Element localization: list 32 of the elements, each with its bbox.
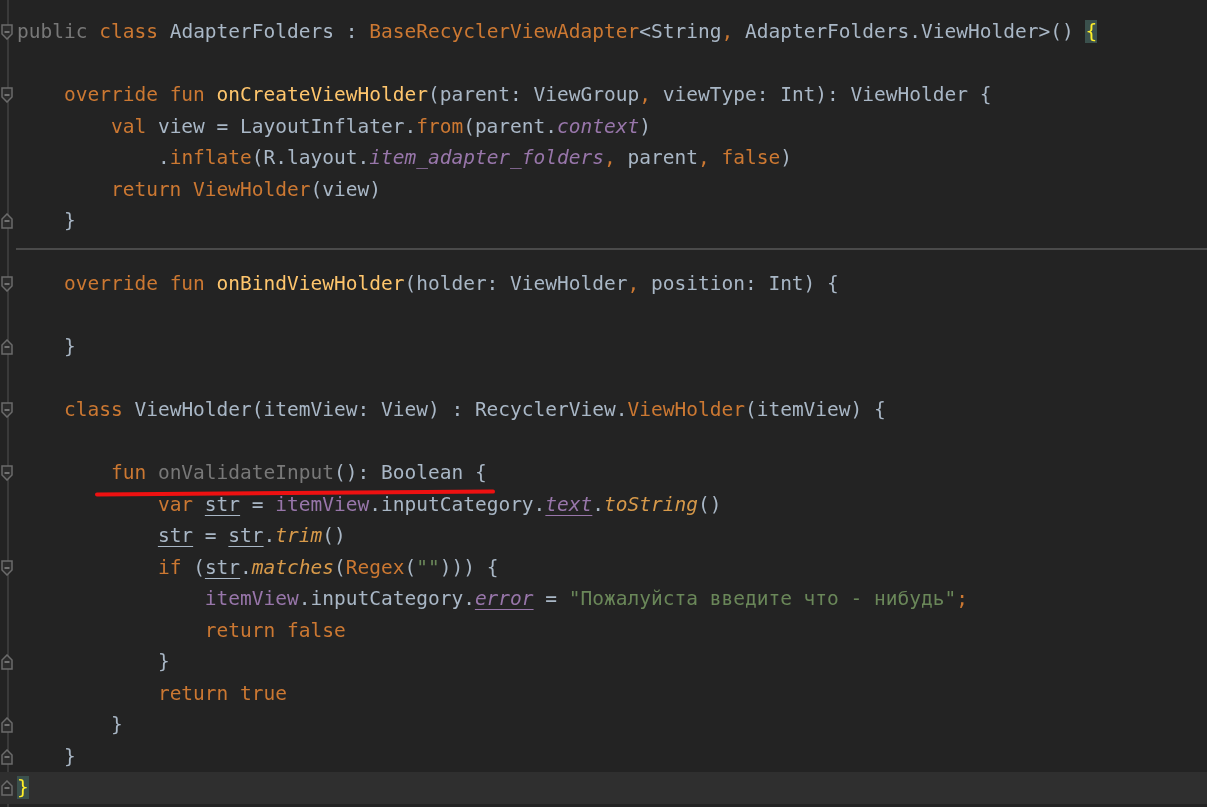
code-editor[interactable] [0, 0, 1207, 807]
fold-end-icon[interactable] [1, 717, 13, 733]
code-line: } [110, 712, 123, 738]
code-line: public class AdapterFolders : BaseRecyclerViewAdapter<String, AdapterFolders.ViewHolder>() { [17, 19, 1098, 45]
fold-start-icon[interactable] [1, 559, 13, 576]
fold-start-icon[interactable] [1, 87, 13, 103]
code-line: fun onValidateInput(): Boolean { [110, 457, 487, 489]
code-line: } [63, 334, 76, 360]
code-line: } [157, 649, 170, 675]
fold-end-icon[interactable] [1, 339, 13, 355]
code-line: return ViewHolder(view) [110, 176, 381, 203]
code-line: } [63, 208, 76, 234]
fold-start-icon[interactable] [1, 465, 13, 481]
code-line: } [63, 743, 76, 770]
code-line: class ViewHolder(itemView: View) : RecyclerView.ViewHolder(itemView) { [63, 397, 886, 423]
fold-end-icon[interactable] [1, 748, 13, 765]
code-line: override fun onBindViewHolder(holder: ViewHolder, position: Int) { [63, 271, 839, 297]
code-line: if (str.matches(Regex(""))) { [157, 554, 499, 581]
code-line: return false [204, 617, 346, 644]
code-line: var str = itemView.inputCategory.text.toString() [157, 491, 722, 518]
fold-start-icon[interactable] [1, 402, 13, 418]
code-line: str = str.trim() [157, 523, 346, 549]
fold-end-icon[interactable] [1, 780, 13, 796]
code-line: val view = LayoutInflater.from(parent.context) [110, 113, 651, 140]
code-line: override fun onCreateViewHolder(parent: ViewGroup, viewType: Int): ViewHolder { [63, 82, 992, 108]
fold-start-icon[interactable] [1, 24, 13, 40]
code-line: itemView.inputCategory.error = "Пожалуйста введите что - нибудь"; [204, 586, 968, 612]
fold-end-icon[interactable] [1, 213, 13, 229]
code-line: return true [157, 680, 288, 707]
code-line: .inflate(R.layout.item_adapter_folders, parent, false) [157, 145, 792, 171]
fold-start-icon[interactable] [1, 276, 13, 292]
fold-end-icon[interactable] [1, 654, 13, 670]
